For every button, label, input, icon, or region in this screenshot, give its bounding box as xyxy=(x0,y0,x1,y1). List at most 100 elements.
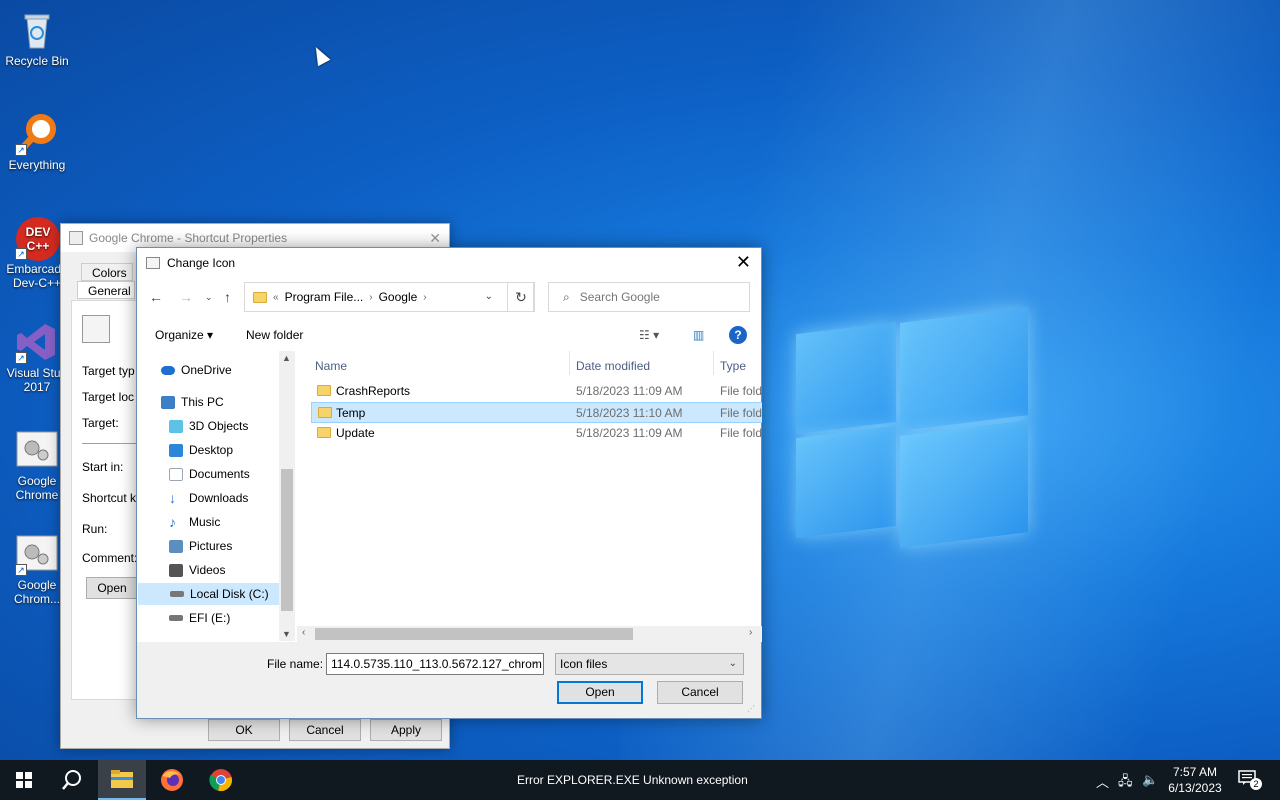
breadcrumb-google[interactable]: Google xyxy=(379,290,418,304)
back-arrow-icon[interactable]: ← xyxy=(149,289,163,305)
dialog-titlebar[interactable]: Change Icon xyxy=(137,248,761,278)
chevron-down-icon[interactable]: ⌄ xyxy=(530,656,538,667)
file-name-input[interactable]: 114.0.5735.110_113.0.5672.127_chrom xyxy=(326,653,544,675)
nav-item-downloads[interactable]: ↓ Downloads xyxy=(169,487,248,509)
open-button[interactable]: Open xyxy=(557,681,643,704)
file-row[interactable]: CrashReports 5/18/2023 11:09 AM File fol… xyxy=(311,381,762,402)
taskbar-chrome[interactable] xyxy=(197,760,245,800)
notification-count-badge: 2 xyxy=(1250,778,1262,790)
tab-general[interactable]: General xyxy=(77,281,135,299)
file-name: Temp xyxy=(336,406,366,420)
nav-item-desktop[interactable]: Desktop xyxy=(169,439,233,461)
chevron-right-icon[interactable]: › xyxy=(423,292,426,303)
pictures-icon xyxy=(169,539,183,553)
close-icon[interactable]: ✕ xyxy=(736,252,751,273)
nav-item-label: 3D Objects xyxy=(189,419,249,433)
file-row-selected[interactable]: Temp 5/18/2023 11:10 AM File fold xyxy=(311,402,762,423)
forward-arrow-icon[interactable]: → xyxy=(179,289,193,305)
nav-item-efi-e[interactable]: EFI (E:) xyxy=(169,607,230,629)
chevron-down-icon[interactable]: ⌄ xyxy=(485,291,493,302)
refresh-button[interactable]: ↻ xyxy=(507,282,535,312)
folder-icon xyxy=(317,427,331,438)
breadcrumb-overflow[interactable]: « xyxy=(273,292,279,303)
file-list-horizontal-scrollbar[interactable]: ‹ › xyxy=(297,626,762,642)
search-icon xyxy=(62,770,81,790)
dialog-bottom-bar: File name: 114.0.5735.110_113.0.5672.127… xyxy=(137,642,761,718)
file-list: ⌃ Name Date modified Type CrashReports 5… xyxy=(297,351,762,641)
file-explorer-icon xyxy=(111,770,133,788)
tab-colors[interactable]: Colors xyxy=(81,263,133,281)
navigation-scrollbar[interactable]: ▲ ▼ xyxy=(279,351,295,641)
dialog-window-icon xyxy=(146,257,160,269)
organize-button[interactable]: Organize ▾ xyxy=(155,328,213,342)
nav-item-label: Downloads xyxy=(189,491,249,505)
svg-text:C++: C++ xyxy=(27,239,50,253)
desktop-icon-everything[interactable]: ↗ Everything xyxy=(0,112,74,172)
nav-item-local-disk-c[interactable]: Local Disk (C:) xyxy=(138,583,292,605)
address-bar[interactable]: « Program File... › Google › ⌄ xyxy=(244,282,534,312)
scroll-left-icon[interactable]: ‹ xyxy=(302,627,305,638)
file-date: 5/18/2023 11:10 AM xyxy=(576,406,683,420)
nav-item-label: Documents xyxy=(189,467,250,481)
nav-item-documents[interactable]: Documents xyxy=(169,463,250,485)
ok-button[interactable]: OK xyxy=(208,719,280,741)
up-arrow-icon[interactable]: ↑ xyxy=(224,289,231,305)
show-hidden-icons-chevron-icon[interactable]: ︿ xyxy=(1096,772,1109,791)
column-header-type[interactable]: Type xyxy=(720,359,746,373)
apply-button[interactable]: Apply xyxy=(370,719,442,741)
file-date: 5/18/2023 11:09 AM xyxy=(576,426,683,440)
folder-icon xyxy=(317,385,331,396)
chevron-down-icon: ⌄ xyxy=(728,658,737,669)
recent-locations-chevron-icon[interactable]: ⌄ xyxy=(205,292,213,303)
new-folder-button[interactable]: New folder xyxy=(246,328,303,342)
taskbar-firefox[interactable] xyxy=(148,760,196,800)
volume-muted-icon[interactable]: 🔈 xyxy=(1142,772,1158,788)
help-icon[interactable]: ? xyxy=(729,326,747,344)
target-location-label: Target loc xyxy=(82,390,135,404)
preview-pane-icon[interactable]: ▥ xyxy=(693,328,704,342)
view-options-icon[interactable]: ☷ ▾ xyxy=(639,328,659,342)
scroll-right-icon[interactable]: › xyxy=(749,627,752,638)
nav-item-label: Music xyxy=(189,515,221,529)
scroll-down-icon[interactable]: ▼ xyxy=(282,629,291,639)
cancel-button[interactable]: Cancel xyxy=(289,719,361,741)
cancel-button[interactable]: Cancel xyxy=(657,681,743,704)
column-separator[interactable] xyxy=(713,351,714,375)
file-row[interactable]: Update 5/18/2023 11:09 AM File fold xyxy=(311,423,762,444)
nav-item-videos[interactable]: Videos xyxy=(169,559,225,581)
taskbar-clock[interactable]: 7:57 AM 6/13/2023 xyxy=(1160,764,1230,796)
svg-text:DEV: DEV xyxy=(26,225,51,239)
taskbar-search-button[interactable] xyxy=(48,760,96,800)
scrollbar-thumb[interactable] xyxy=(315,628,633,640)
nav-item-pictures[interactable]: Pictures xyxy=(169,535,232,557)
resize-grip-icon[interactable]: ⋰ xyxy=(747,704,755,713)
cloud-icon xyxy=(161,365,175,375)
search-input[interactable]: ⌕ Search Google xyxy=(548,282,750,312)
taskbar-file-explorer[interactable] xyxy=(98,760,146,800)
chevron-right-icon[interactable]: › xyxy=(369,292,372,303)
start-button[interactable] xyxy=(0,760,48,800)
column-separator[interactable] xyxy=(569,351,570,375)
close-icon[interactable]: ✕ xyxy=(429,230,441,247)
desktop-icon-recycle-bin[interactable]: Recycle Bin xyxy=(0,8,74,68)
nav-item-label: OneDrive xyxy=(181,363,232,377)
column-header-date-modified[interactable]: Date modified xyxy=(576,359,650,373)
computer-icon xyxy=(161,395,175,409)
nav-item-this-pc[interactable]: This PC xyxy=(161,391,224,413)
nav-item-3d-objects[interactable]: 3D Objects xyxy=(169,415,248,437)
file-type-select[interactable]: Icon files ⌄ xyxy=(555,653,744,675)
scroll-up-icon[interactable]: ▲ xyxy=(282,353,291,363)
nav-item-onedrive[interactable]: OneDrive xyxy=(161,359,232,381)
target-type-label: Target typ xyxy=(82,364,135,378)
navigation-row: ← → ⌄ ↑ « Program File... › Google › ⌄ ↻… xyxy=(137,280,763,314)
scrollbar-thumb[interactable] xyxy=(281,469,293,611)
nav-item-music[interactable]: ♪ Music xyxy=(169,511,220,533)
open-file-location-button[interactable]: Open xyxy=(86,577,138,599)
visual-studio-icon: ↗ xyxy=(15,320,59,364)
column-header-name[interactable]: Name xyxy=(315,359,347,373)
action-center-button[interactable]: 2 xyxy=(1238,770,1262,790)
breadcrumb-program-files[interactable]: Program File... xyxy=(285,290,364,304)
network-icon[interactable]: 🖧 xyxy=(1118,772,1133,794)
folder-icon xyxy=(318,407,332,418)
taskbar-error-message: Error EXPLORER.EXE Unknown exception xyxy=(517,773,748,787)
